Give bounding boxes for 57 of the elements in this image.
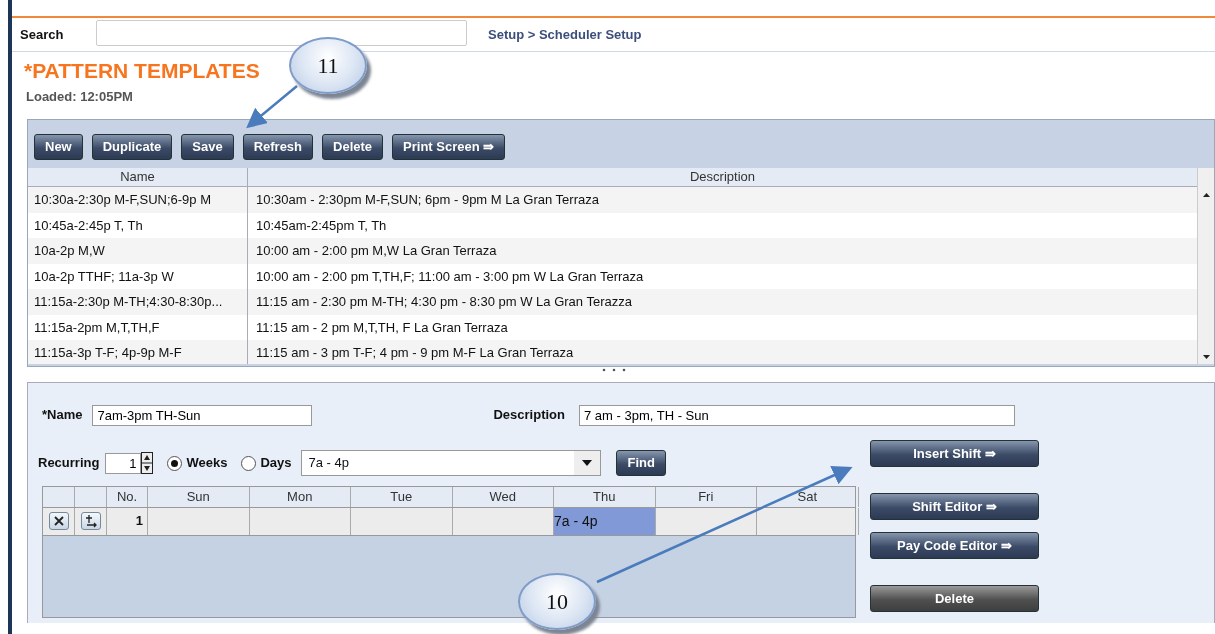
toolbar-button[interactable]: Delete bbox=[322, 134, 384, 160]
name-label: *Name bbox=[42, 406, 83, 425]
toolbar-button[interactable]: New bbox=[34, 134, 83, 160]
toolbar-button[interactable]: Refresh bbox=[242, 134, 314, 160]
column-header: Mon bbox=[249, 487, 351, 507]
radio-option[interactable]: Weeks bbox=[167, 453, 228, 473]
column-header: Thu bbox=[554, 487, 656, 507]
description-field[interactable]: 7 am - 3pm, TH - Sun bbox=[579, 404, 1015, 426]
callout-bubble: 11 bbox=[289, 37, 367, 94]
column-header: Fri bbox=[655, 487, 757, 507]
side-button[interactable]: Pay Code Editor ⇛ bbox=[870, 532, 1039, 559]
dropdown-caret-icon[interactable] bbox=[582, 460, 593, 466]
search-field[interactable] bbox=[96, 19, 467, 46]
toolbar-button[interactable]: Print Screen ⇛ bbox=[392, 134, 506, 160]
name-field[interactable]: 7am-3pm TH-Sun bbox=[92, 404, 313, 426]
column-header[interactable]: Name bbox=[28, 168, 248, 186]
side-button[interactable]: Insert Shift ⇛ bbox=[870, 440, 1039, 467]
table-cell: 10:30a-2:30p M-F,SUN;6-9p M bbox=[28, 187, 248, 213]
recurring-field[interactable]: 1 bbox=[105, 452, 142, 474]
column-header: Sat bbox=[757, 487, 859, 507]
spinner-arrows-icon[interactable] bbox=[141, 452, 154, 474]
recurring-label: Recurring bbox=[38, 454, 100, 473]
table-cell: 10a-2p M,W bbox=[28, 238, 248, 264]
column-header: Tue bbox=[351, 487, 453, 507]
column-header: Sun bbox=[148, 487, 250, 507]
remove-row-button[interactable] bbox=[48, 512, 69, 530]
toolbar-button[interactable]: Save bbox=[181, 134, 234, 160]
close-icon bbox=[52, 515, 65, 527]
scrollbar[interactable] bbox=[1197, 168, 1214, 364]
shift-cell[interactable]: 7a - 4p bbox=[554, 508, 656, 535]
table-cell-text: 10:30am - 2:30pm M-F,SUN; 6pm - 9pm M La Gran Terraza bbox=[255, 191, 600, 209]
insert-row-button[interactable] bbox=[80, 512, 101, 530]
table-cell: 11:15a-3p T-F; 4p-9p M-F bbox=[28, 340, 248, 364]
insert-arrow-icon bbox=[83, 514, 98, 528]
table-cell-text: 10:00 am - 2:00 pm M,W La Gran Terraza bbox=[255, 242, 498, 260]
radio-option[interactable]: Days bbox=[241, 453, 292, 473]
table-cell-text: 10:00 am - 2:00 pm T,TH,F; 11:00 am - 3:00 pm W La Gran Terraza bbox=[255, 267, 645, 286]
find-button[interactable]: Find bbox=[616, 450, 666, 476]
callout-arrow bbox=[246, 85, 298, 129]
table-cell-text: 11:15 am - 2:30 pm M-TH; 4:30 pm - 8:30 pm W La Gran Terazza bbox=[255, 293, 633, 311]
table-cell: 11:15a-2:30p M-TH;4:30-8:30p... bbox=[28, 289, 248, 315]
toolbar-button[interactable]: Duplicate bbox=[91, 134, 173, 160]
side-button[interactable]: Delete bbox=[870, 585, 1039, 612]
loaded-time: Loaded: 12:05PM bbox=[26, 89, 134, 105]
description-label: Description bbox=[493, 406, 565, 425]
table-cell-text: 11:15 am - 3 pm T-F; 4 pm - 9 pm M-F La Gran Terraza bbox=[255, 344, 575, 362]
column-header: No. bbox=[107, 487, 148, 507]
page-title: *PATTERN TEMPLATES bbox=[24, 58, 260, 84]
shift-dropdown[interactable]: 7a - 4p bbox=[301, 450, 602, 476]
breadcrumb: Setup > Scheduler Setup bbox=[488, 25, 642, 44]
row-number: 1 bbox=[107, 508, 148, 535]
search-label: Search bbox=[20, 25, 65, 44]
side-button[interactable]: Shift Editor ⇛ bbox=[870, 493, 1039, 520]
column-header: Wed bbox=[452, 487, 554, 507]
table-cell-text: 11:15 am - 2 pm M,T,TH, F La Gran Terraza bbox=[255, 318, 509, 337]
column-header[interactable]: Description bbox=[248, 168, 1197, 186]
table-cell-text: 10:45am-2:45pm T, Th bbox=[255, 216, 388, 235]
